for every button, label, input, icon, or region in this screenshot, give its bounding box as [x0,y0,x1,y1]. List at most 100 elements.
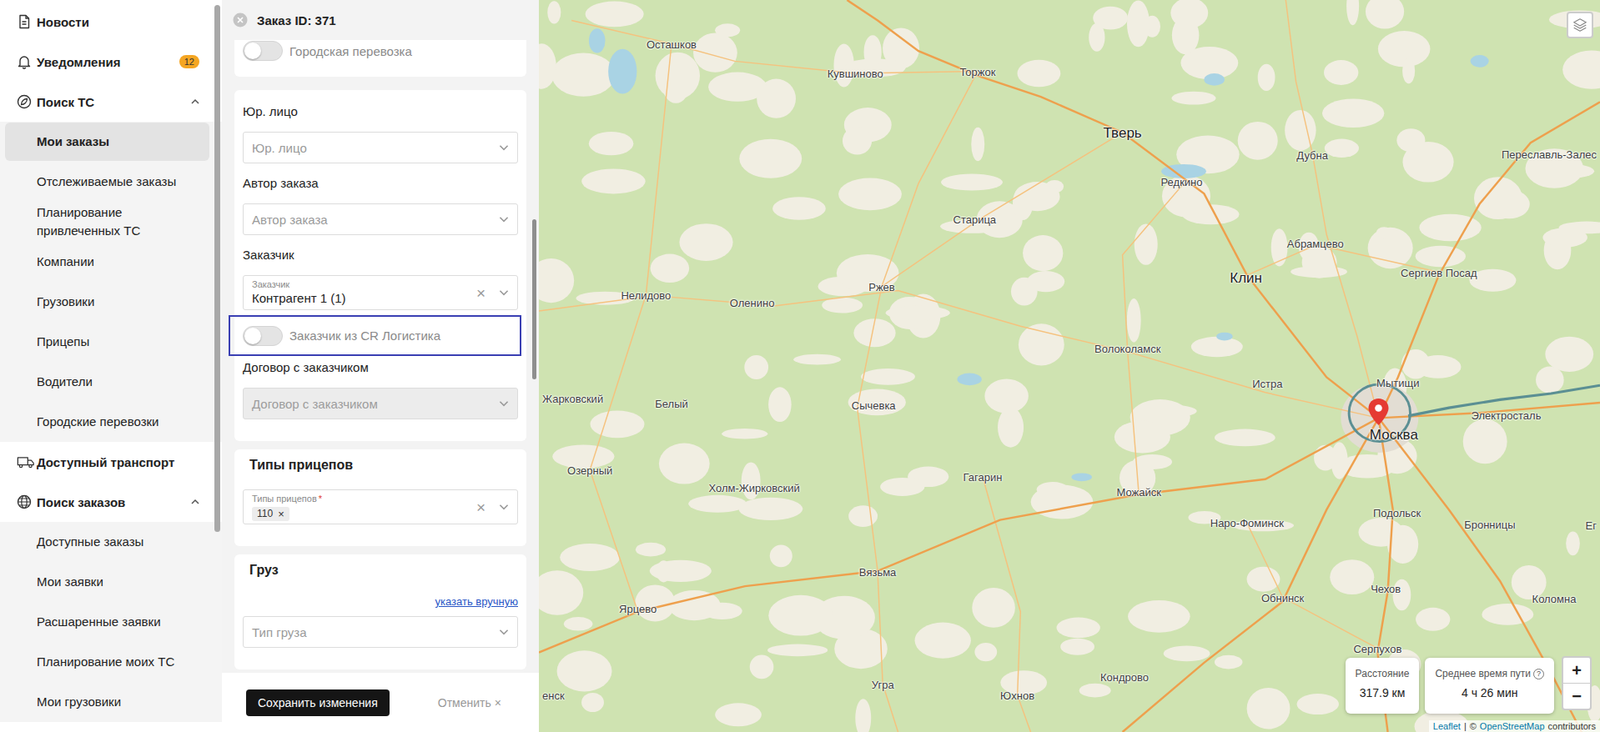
scrollbar-thumb[interactable] [532,219,537,380]
land-patch [538,258,574,303]
layers-button[interactable] [1566,11,1594,39]
form-card: Городская перевозка [234,40,527,77]
land-patch [767,644,828,658]
land-patch [855,699,871,732]
sidebar-subitem-row: Отслеживаемые заказы [0,161,222,202]
land-patch [1323,60,1359,86]
select-field[interactable]: Автор заказа [242,203,519,236]
chevron-icon[interactable] [497,500,511,514]
attribution-part[interactable]: OpenStreetMap [1479,721,1545,732]
map-canvas[interactable] [538,0,1600,732]
stat-label: Среднее время пути? [1434,668,1545,680]
sidebar-item[interactable]: Новости [0,1,215,42]
chevron-icon[interactable] [497,212,511,227]
zoom-in-button[interactable]: + [1563,658,1590,684]
save-button[interactable]: Сохранить изменения [246,689,390,717]
land-patch [997,407,1024,448]
city-label: Коломна [1532,592,1577,605]
lake [1216,332,1233,342]
order-panel: Заказ ID: 371 Городская перевозка Юр. лицо… [221,0,539,732]
select-field[interactable]: Тип груза [242,616,519,649]
land-patch [744,355,769,380]
chevron-icon[interactable] [497,140,511,155]
land-patch [880,477,925,497]
land-patch [1060,638,1095,656]
location-pin-icon[interactable] [1367,397,1390,427]
land-patch [659,443,710,485]
sidebar-subitem[interactable]: Мои грузовики [5,683,210,722]
toggle-switch[interactable] [242,40,283,61]
land-patch [635,543,666,558]
route-stats: Расстояние317.9 кмСреднее время пути?4 ч… [1345,658,1555,715]
land-patch [1313,445,1338,472]
land-patch [1562,50,1600,90]
sidebar-subitem[interactable]: Водители [5,362,210,402]
sidebar-subitem[interactable]: Грузовики [5,282,210,322]
land-patch [721,428,768,440]
land-patch [1171,91,1216,106]
map[interactable]: ОсташковКувшиновоТоржокТверьДубнаПересла… [538,0,1600,732]
land-patch [688,495,747,514]
attribution-part[interactable]: Leaflet [1433,721,1461,732]
city-label: Оленино [729,296,775,310]
select-field[interactable]: ЗаказчикКонтрагент 1 (1)× [242,275,519,311]
sidebar-subitem[interactable]: Расшаренные заявки [5,603,210,642]
chevron-icon[interactable] [189,95,202,108]
lake [1470,55,1490,68]
sidebar-subitem-row: Планирование привлеченных ТС [0,201,222,242]
chevron-icon[interactable] [497,625,511,639]
land-patch [1544,337,1594,373]
chip-remove[interactable]: × [277,508,285,521]
clear-button[interactable]: × [476,285,486,302]
land-patch [1172,15,1199,55]
map-attribution: Leaflet|©OpenStreetMapcontributors [1428,720,1600,732]
select-field[interactable]: Юр. лицо [242,131,519,164]
floating-label: Типы прицепов* [251,493,472,505]
city-label: Дубна [1296,148,1329,162]
chevron-icon[interactable] [189,496,202,509]
city-label: Гагарин [963,471,1003,484]
land-patch [581,693,604,713]
panel-title: Заказ ID: 371 [256,13,337,28]
land-patch [1365,0,1404,29]
sidebar-subitem[interactable]: Отслеживаемые заказы [5,162,210,202]
sidebar-item[interactable]: Уведомления12 [0,41,215,82]
scrollbar-thumb[interactable] [214,5,221,533]
chevron-icon[interactable] [497,286,511,300]
land-patch [768,387,792,423]
sidebar-item[interactable]: Доступный транспорт [0,442,215,483]
city-label: Электросталь [1471,408,1542,422]
land-patch [585,0,645,27]
chevron-icon[interactable] [497,397,511,411]
clear-button[interactable]: × [476,499,486,516]
land-patch [551,52,615,96]
land-patch [1056,618,1101,639]
toggle-switch[interactable] [242,326,283,347]
highway [846,0,1379,418]
sidebar-item[interactable]: Поиск ТС [0,81,215,122]
sidebar-subitem[interactable]: Мои заказы [5,122,210,162]
land-patch [1214,429,1276,448]
sidebar-subitem[interactable]: Мои заявки [5,563,210,602]
sidebar-subitem[interactable]: Компании [5,242,210,282]
stat-label: Расстояние [1355,668,1410,680]
manual-input-link[interactable]: указать вручную [435,594,519,610]
zoom-control: +− [1561,656,1592,711]
sidebar-subitem[interactable]: Планирование привлеченных ТС [5,202,210,242]
land-patch [581,168,645,194]
select-field[interactable]: Типы прицепов*110×× [242,489,519,525]
zoom-out-button[interactable]: − [1563,683,1590,710]
cancel-button[interactable]: Отменить × [437,696,502,710]
toggle-row[interactable]: Заказчик из CR Логистика [228,315,522,357]
city-label: Истра [1252,377,1283,390]
sidebar-subitem[interactable]: Доступные заказы [5,523,210,562]
sidebar-subitem[interactable]: Прицепы [5,322,210,362]
info-icon[interactable]: ? [1533,669,1545,680]
sidebar-item[interactable]: Поиск заказов [0,482,215,523]
sidebar-subitem[interactable]: Городские перевозки [5,402,210,442]
land-patch [1014,181,1060,212]
land-patch [708,72,767,102]
close-icon[interactable] [232,12,248,28]
toggle-row[interactable]: Городская перевозка [242,40,519,62]
sidebar-subitem[interactable]: Планирование моих ТС [5,643,210,682]
